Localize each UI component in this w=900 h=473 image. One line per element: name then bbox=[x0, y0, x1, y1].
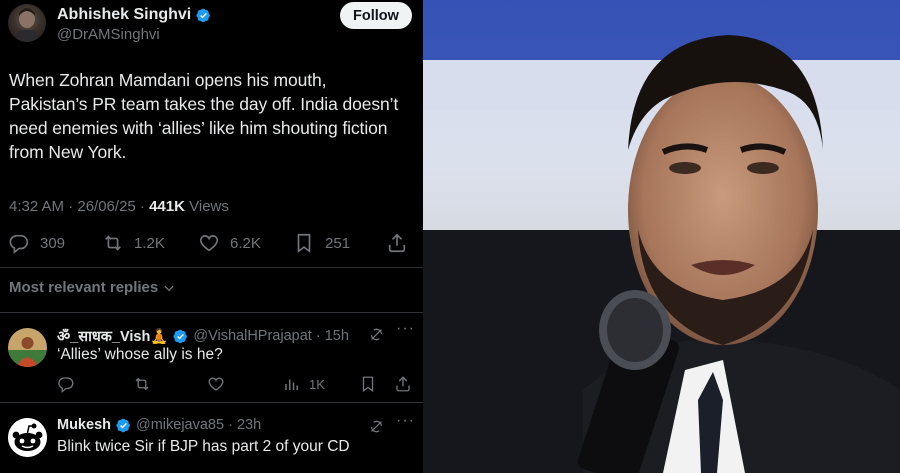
more-icon[interactable]: ··· bbox=[396, 412, 415, 430]
like-count: 6.2K bbox=[230, 234, 261, 252]
repost-button[interactable]: 1.2K bbox=[102, 232, 165, 254]
reply-icon bbox=[58, 377, 74, 393]
tweet-meta: 4:32 AM · 26/06/25 · 441K Views bbox=[9, 198, 229, 215]
reply-text: Blink twice Sir if BJP has part 2 of you… bbox=[57, 438, 350, 455]
reply-item[interactable]: Mukesh @mikejava85 · 23h ··· Blink twice… bbox=[0, 402, 423, 473]
views-count: 441K bbox=[149, 198, 185, 215]
reply-icon bbox=[9, 234, 29, 254]
replies-sort-dropdown[interactable]: Most relevant replies bbox=[9, 279, 176, 296]
reply-author-handle[interactable]: @mikejava85 · 23h bbox=[136, 417, 261, 433]
grok-icon[interactable] bbox=[368, 418, 385, 435]
reply-text: ‘Allies’ whose ally is he? bbox=[57, 346, 223, 363]
tweet-actions: 309 1.2K 6.2K 251 bbox=[8, 232, 413, 256]
like-icon bbox=[199, 235, 219, 252]
reply-actions: 1K bbox=[57, 375, 417, 395]
verified-badge-icon bbox=[173, 329, 188, 343]
bookmark-icon bbox=[297, 233, 311, 253]
reply-avatar[interactable] bbox=[8, 328, 47, 367]
reply-button[interactable] bbox=[57, 375, 75, 393]
author-name[interactable]: Abhishek Singhvi bbox=[57, 6, 191, 24]
share-icon bbox=[388, 233, 406, 253]
reply-item[interactable]: ॐ_साधक_Vish🧘 @VishalHPrajapat · 15h ··· … bbox=[0, 312, 423, 402]
like-button[interactable] bbox=[207, 375, 225, 393]
repost-icon bbox=[135, 377, 149, 391]
views-button[interactable]: 1K bbox=[283, 375, 325, 393]
bookmark-button[interactable]: 251 bbox=[293, 232, 350, 254]
author-handle[interactable]: @DrAMSinghvi bbox=[57, 26, 160, 43]
repost-icon bbox=[105, 235, 121, 251]
reply-header: ॐ_साधक_Vish🧘 @VishalHPrajapat · 15h bbox=[57, 326, 349, 346]
grok-icon[interactable] bbox=[368, 326, 385, 343]
like-icon bbox=[208, 377, 224, 391]
repost-count: 1.2K bbox=[134, 234, 165, 252]
reply-author-handle[interactable]: @VishalHPrajapat · 15h bbox=[193, 328, 349, 344]
reply-count: 309 bbox=[40, 234, 66, 252]
reply-views-count: 1K bbox=[309, 376, 325, 392]
views-label: Views bbox=[189, 198, 229, 215]
divider bbox=[0, 267, 423, 268]
views-icon bbox=[285, 379, 298, 390]
verified-badge-icon bbox=[196, 8, 211, 22]
share-button[interactable] bbox=[386, 232, 408, 254]
reply-header: Mukesh @mikejava85 · 23h bbox=[57, 417, 261, 433]
reply-author-name[interactable]: ॐ_साधक_Vish🧘 bbox=[57, 326, 168, 346]
author-avatar[interactable] bbox=[8, 4, 46, 42]
more-icon[interactable]: ··· bbox=[396, 320, 415, 338]
reply-avatar[interactable] bbox=[8, 418, 47, 457]
tweet-panel: Abhishek Singhvi @DrAMSinghvi Follow Whe… bbox=[0, 0, 423, 473]
author-name-row[interactable]: Abhishek Singhvi bbox=[57, 6, 211, 24]
reply-button[interactable]: 309 bbox=[8, 232, 65, 254]
tweet-text: When Zohran Mamdani opens his mouth, Pak… bbox=[9, 70, 399, 162]
verified-badge-icon bbox=[116, 418, 130, 432]
bookmark-button[interactable] bbox=[359, 375, 377, 393]
follow-button[interactable]: Follow bbox=[340, 2, 412, 29]
share-icon bbox=[396, 376, 410, 392]
replies-sort-label: Most relevant replies bbox=[9, 279, 159, 296]
tweet-header: Abhishek Singhvi @DrAMSinghvi Follow bbox=[8, 2, 412, 44]
repost-button[interactable] bbox=[133, 375, 151, 393]
news-photo bbox=[423, 0, 900, 473]
chevron-down-icon bbox=[164, 285, 174, 291]
bookmark-icon bbox=[362, 376, 374, 393]
tweet-timestamp[interactable]: 4:32 AM · 26/06/25 · bbox=[9, 198, 145, 215]
speaker-photo-image bbox=[423, 0, 900, 473]
reply-author-name[interactable]: Mukesh bbox=[57, 417, 111, 433]
like-button[interactable]: 6.2K bbox=[198, 232, 261, 254]
share-button[interactable] bbox=[394, 375, 412, 393]
bookmark-count: 251 bbox=[325, 234, 351, 252]
